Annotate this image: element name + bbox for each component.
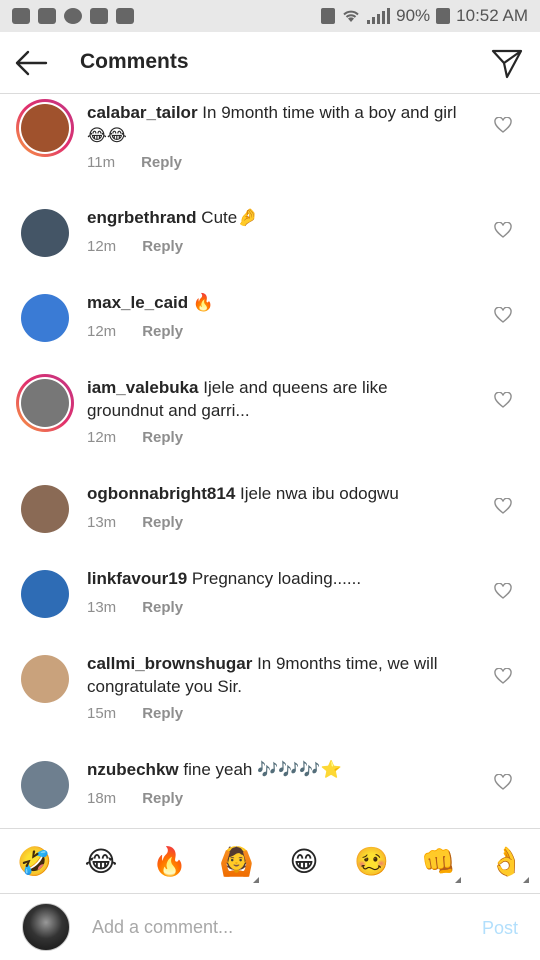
emoji-glyph: 🙆 — [219, 846, 254, 877]
comment-time: 15m — [87, 705, 117, 722]
avatar — [21, 570, 69, 618]
gallery-icon — [90, 8, 108, 24]
like-heart-icon[interactable] — [494, 117, 512, 133]
avatar-wrap[interactable] — [16, 756, 74, 814]
emoji-fist-button[interactable]: 👊 — [421, 845, 461, 883]
emoji-woozy-button[interactable]: 🥴 — [354, 845, 389, 879]
comment-composer: Post — [0, 894, 540, 960]
battery-percent: 90% — [396, 6, 431, 25]
my-avatar — [22, 903, 70, 951]
comment-text: fine yeah 🎶🎶🎶⭐ — [183, 760, 342, 779]
reply-button[interactable]: Reply — [142, 514, 183, 531]
comments-list[interactable]: calabar_tailor In 9month time with a boy… — [0, 95, 540, 828]
comment-time: 13m — [87, 514, 117, 531]
like-heart-icon[interactable] — [494, 392, 512, 408]
comment-username[interactable]: engrbethrand — [87, 208, 197, 227]
like-heart-icon[interactable] — [494, 668, 512, 684]
like-heart-icon[interactable] — [494, 307, 512, 323]
emoji-gesturing-ok-button[interactable]: 🙆 — [219, 845, 259, 883]
comments-header: Comments — [0, 32, 540, 94]
reply-button[interactable]: Reply — [142, 705, 183, 722]
emoji-glyph: 👌 — [489, 846, 524, 877]
comment-time: 11m — [87, 154, 116, 171]
skin-tone-corner-icon — [523, 877, 529, 883]
status-bar: 90% 10:52 AM — [0, 0, 540, 32]
like-heart-icon[interactable] — [494, 498, 512, 514]
reply-button[interactable]: Reply — [142, 238, 183, 255]
gmail-icon — [12, 8, 30, 24]
avatar — [21, 294, 69, 342]
whatsapp-icon — [64, 8, 82, 24]
back-arrow-icon[interactable] — [14, 48, 48, 78]
system-icons: 90% 10:52 AM — [321, 6, 528, 26]
comment-time: 12m — [87, 323, 117, 340]
reply-button[interactable]: Reply — [142, 429, 183, 446]
avatar-story-ring[interactable] — [16, 99, 74, 157]
message-icon — [38, 8, 56, 24]
like-heart-icon[interactable] — [494, 222, 512, 238]
comment-username[interactable]: iam_valebuka — [87, 378, 199, 397]
comment-username[interactable]: linkfavour19 — [87, 569, 187, 588]
emoji-grin-button[interactable]: 😁 — [287, 845, 321, 879]
reply-button[interactable]: Reply — [142, 790, 183, 807]
post-button[interactable]: Post — [482, 918, 518, 939]
comment-text: Ijele nwa ibu odogwu — [240, 484, 399, 503]
clock: 10:52 AM — [456, 6, 528, 25]
avatar — [21, 761, 69, 809]
avatar — [21, 104, 69, 152]
emoji-fire-button[interactable]: 🔥 — [152, 845, 187, 879]
comment-text: Cute🤌 — [201, 208, 259, 227]
emoji-rofl-button[interactable]: 🤣 — [17, 845, 52, 879]
page-title: Comments — [80, 50, 189, 73]
skin-tone-corner-icon — [455, 877, 461, 883]
avatar-wrap[interactable] — [16, 650, 74, 708]
comment-username[interactable]: calabar_tailor — [87, 103, 198, 122]
comment-time: 12m — [87, 238, 117, 255]
wifi-icon — [343, 10, 359, 22]
like-heart-icon[interactable] — [494, 774, 512, 790]
notification-icons — [12, 8, 134, 24]
avatar-wrap[interactable] — [16, 480, 74, 538]
comment-time: 12m — [87, 429, 117, 446]
avatar — [21, 655, 69, 703]
comment-username[interactable]: ogbonnabright814 — [87, 484, 235, 503]
direct-send-icon[interactable] — [490, 46, 524, 80]
emoji-ok-hand-button[interactable]: 👌 — [489, 845, 529, 883]
comment-username[interactable]: callmi_brownshugar — [87, 654, 252, 673]
avatar-wrap[interactable] — [16, 565, 74, 623]
avatar-story-ring[interactable] — [16, 374, 74, 432]
avatar — [21, 379, 69, 427]
reply-button[interactable]: Reply — [141, 154, 182, 171]
comment-username[interactable]: max_le_caid — [87, 293, 188, 312]
reply-button[interactable]: Reply — [142, 599, 183, 616]
vibrate-icon — [321, 8, 336, 24]
avatar — [21, 209, 69, 257]
comment-username[interactable]: nzubechkw — [87, 760, 179, 779]
avatar-wrap[interactable] — [16, 204, 74, 262]
avatar — [21, 485, 69, 533]
skin-tone-corner-icon — [253, 877, 259, 883]
like-heart-icon[interactable] — [494, 583, 512, 599]
signal-icon — [367, 8, 391, 24]
comment-time: 13m — [87, 599, 117, 616]
comment-input[interactable] — [92, 914, 452, 940]
mail-icon — [116, 8, 134, 24]
avatar-wrap[interactable] — [16, 289, 74, 347]
comment-text: Pregnancy loading...... — [191, 569, 362, 588]
emoji-tears-of-joy-button[interactable]: 😂 — [84, 845, 118, 879]
comment-time: 18m — [87, 790, 117, 807]
battery-icon — [436, 8, 451, 24]
reply-button[interactable]: Reply — [142, 323, 183, 340]
emoji-glyph: 👊 — [421, 846, 456, 877]
comment-text: 🔥 — [192, 293, 215, 312]
emoji-bar: 🤣 😂 🔥 🙆 😁 🥴 👊 👌 — [0, 828, 540, 894]
